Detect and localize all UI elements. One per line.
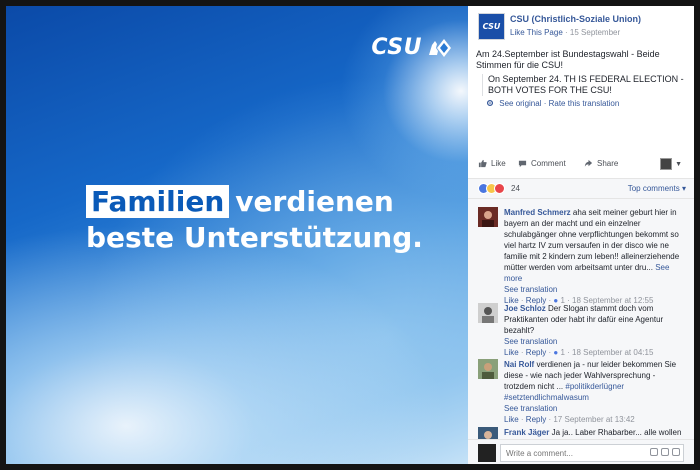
commenter-name[interactable]: Frank Jäger [504,428,549,437]
photo-headline: Familien verdienen beste Unterstützung. [86,184,423,256]
comment-meta: Like · Reply · ● 1 · 18 September at 04:… [504,348,654,357]
lion-rhombus-icon [429,38,451,57]
csu-logo-text: CSU [371,35,422,60]
page-subline: Like This Page · 15 September [510,28,620,37]
headline-line-1-rest: verdienen [235,185,394,218]
comment-body: Joe Schloz Der Slogan stammt doch vom Pr… [504,303,686,358]
headline-highlight: Familien [86,185,230,218]
caret-down-icon: ▾ [681,184,686,193]
comment-text: Ja ja.. Laber Rhabarber... alle wollen [551,428,682,437]
avatar[interactable] [478,207,498,227]
page-name-link[interactable]: CSU (Christlich-Soziale Union) [510,14,641,24]
headline-line-1: Familien verdienen [86,184,423,220]
comment-text: aha seit meiner geburt hier in bayern an… [504,208,680,272]
comment-reply-link[interactable]: Reply [526,415,546,424]
like-page-link[interactable]: Like This Page [510,28,563,37]
comments-list[interactable]: Manfred Schmerz aha seit meiner geburt h… [468,199,694,439]
see-translation-link[interactable]: See translation [504,337,557,346]
like-button-label: Like [491,159,506,168]
headline-line-2: beste Unterstützung. [86,221,423,254]
love-reaction-icon [494,183,505,194]
comment-like-link[interactable]: Like [504,415,519,424]
viewer-frame: CSU Familien verdienen beste Unterstützun… [0,0,700,470]
top-comments-label: Top comments [627,184,680,193]
rate-translation-link[interactable]: Rate this translation [549,99,620,108]
viewer-avatar [660,158,673,170]
composer-icons [650,448,680,456]
sticker-icon[interactable] [672,448,680,456]
see-translation-link[interactable]: See translation [504,285,557,294]
share-button[interactable]: Share [584,159,618,168]
thumbs-up-icon [478,159,487,168]
comment-like-link[interactable]: Like [504,348,519,357]
comment-meta: Like · Reply · 17 September at 13:42 [504,415,635,424]
see-original-link[interactable]: See original [499,99,541,108]
share-button-label: Share [597,159,619,168]
comment-body: Nai Rolf verdienen ja - nur leider bekom… [504,359,686,425]
reaction-icons[interactable] [478,183,505,194]
gear-icon [486,99,494,107]
translation-links: See original · Rate this translation [486,99,619,108]
thumbs-up-icon: ● [553,348,559,357]
post-actions: Like Comment Share ▼ [468,151,694,179]
post-panel: CSU CSU (Christlich-Soziale Union) Like … [468,6,694,464]
gif-icon[interactable] [661,448,669,456]
avatar[interactable] [478,427,498,439]
top-comments-dropdown[interactable]: Top comments ▾ [628,184,686,193]
reaction-count[interactable]: 24 [511,184,520,193]
comment-body: Manfred Schmerz aha seit meiner geburt h… [504,207,686,306]
like-button[interactable]: Like [478,159,506,168]
comment-time[interactable]: 17 September at 13:42 [553,415,634,424]
reactions-bar: 24 Top comments ▾ [468,179,694,199]
csu-logo: CSU [371,35,452,60]
page-avatar-text: CSU [482,22,501,31]
comment-composer [468,439,694,464]
comment-like-count[interactable]: 1 [560,348,564,357]
post-header: CSU CSU (Christlich-Soziale Union) Like … [478,13,688,43]
share-icon [584,159,593,167]
commenter-name[interactable]: Manfred Schmerz [504,208,571,217]
post-as-selector[interactable]: ▼ [660,158,682,170]
post-translation: On September 24. TH IS FEDERAL ELECTION … [482,74,688,96]
avatar[interactable] [478,303,498,323]
see-translation-link[interactable]: See translation [504,404,557,413]
commenter-name[interactable]: Nai Rolf [504,360,534,369]
caret-down-icon: ▼ [675,160,682,168]
commenter-name[interactable]: Joe Schloz [504,304,546,313]
avatar [478,444,496,462]
avatar[interactable] [478,359,498,379]
post-text: Am 24.September ist Bundestagswahl - Bei… [476,49,660,70]
post-photo[interactable]: CSU Familien verdienen beste Unterstützun… [6,6,468,464]
comment-button-label: Comment [531,159,566,168]
comment-icon [518,160,527,168]
comment-body: Frank Jäger Ja ja.. Laber Rhabarber... a… [504,427,686,438]
comment-time[interactable]: 18 September at 04:15 [572,348,653,357]
comment-reply-link[interactable]: Reply [526,348,546,357]
page-avatar[interactable]: CSU [478,13,505,40]
camera-icon[interactable] [650,448,658,456]
comment-button[interactable]: Comment [518,159,566,168]
post-date[interactable]: 15 September [570,28,620,37]
